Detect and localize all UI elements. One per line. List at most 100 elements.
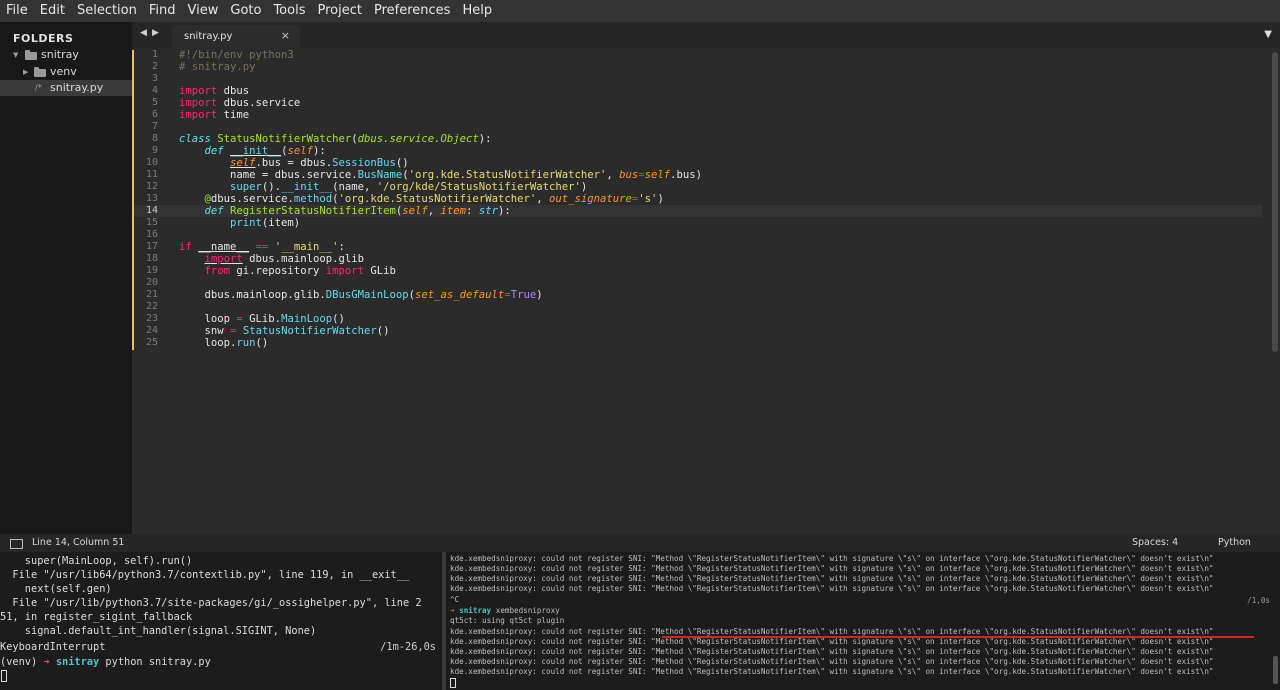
- line-gutter: 1 2 3 4 5 6 7 8 9 10 11 12 13 14 15 16 17 18 19 20 21 22 23 24 2…: [132, 48, 176, 534]
- code-token: snw: [204, 325, 231, 337]
- menu-find[interactable]: Find: [143, 0, 182, 22]
- sidebar: FOLDERS ▼ snitray ▶ venv /* snitray.py: [0, 22, 132, 534]
- code-token: out_signature: [548, 193, 632, 205]
- menu-help[interactable]: Help: [456, 0, 498, 22]
- menu-tools[interactable]: Tools: [267, 0, 311, 22]
- prompt-env: (venv): [0, 656, 44, 668]
- terminal-line: ^C: [450, 595, 460, 604]
- file-icon: /*: [35, 83, 42, 92]
- code-editor[interactable]: 1 2 3 4 5 6 7 8 9 10 11 12 13 14 15 16 17 18 19 20 21 22 23 24 2…: [132, 48, 1280, 534]
- terminal-line: signal.default_int_handler(signal.SIGINT…: [0, 625, 317, 637]
- tab-menu-icon[interactable]: ▼: [1264, 29, 1272, 40]
- prompt-arrow-icon: ➜: [43, 656, 50, 668]
- code-token: '/org/kde/StatusNotifierWatcher': [376, 181, 581, 193]
- tab-next-icon[interactable]: ▶: [152, 28, 159, 38]
- code-token: (): [376, 325, 390, 337]
- tab-label: snitray.py: [184, 31, 233, 42]
- sidebar-item-snitray[interactable]: ▼ snitray: [0, 47, 132, 63]
- code-token: ): [536, 289, 543, 301]
- code-token: True: [510, 289, 537, 301]
- code-token: str: [478, 205, 498, 217]
- code-token: self: [402, 205, 428, 217]
- line-number: 10: [145, 157, 158, 168]
- code-token: SessionBus: [332, 157, 396, 169]
- terminal-right[interactable]: kde.xembedsniproxy: could not register S…: [446, 552, 1280, 690]
- syntax-selector[interactable]: Python: [1218, 537, 1251, 548]
- code-token: ().: [261, 181, 282, 193]
- tab-prev-icon[interactable]: ◀: [140, 28, 147, 38]
- terminal-line: File "/usr/lib64/python3.7/contextlib.py…: [0, 569, 410, 581]
- tab-snitray-py[interactable]: snitray.py ×: [172, 25, 300, 48]
- line-number: 16: [145, 229, 158, 240]
- line-number: 3: [151, 73, 158, 84]
- indentation-setting[interactable]: Spaces: 4: [1132, 537, 1178, 548]
- terminal-line: kde.xembedsniproxy: could not register S…: [450, 554, 1214, 563]
- line-number: 25: [145, 337, 158, 348]
- line-number: 18: [145, 253, 158, 264]
- menu-project[interactable]: Project: [311, 0, 367, 22]
- code-token: import: [179, 109, 218, 121]
- menu-preferences[interactable]: Preferences: [368, 0, 456, 22]
- terminal-prompt: (venv) ➜ snitray python snitray.py: [0, 655, 211, 669]
- terminal-left[interactable]: super(MainLoop, self).run() File "/usr/l…: [0, 552, 442, 690]
- menu-selection[interactable]: Selection: [71, 0, 143, 22]
- menu-file[interactable]: File: [0, 0, 34, 22]
- status-bar: Line 14, Column 51 Spaces: 4 Python: [0, 534, 1280, 552]
- panel-toggle-icon[interactable]: [10, 539, 23, 549]
- code-token: dbus.mainloop.glib.: [204, 289, 326, 301]
- code-token: __init__: [230, 145, 282, 157]
- line-number: 19: [145, 265, 158, 276]
- code-token: import: [204, 253, 243, 265]
- code-token: 's': [638, 193, 658, 205]
- code-token: (name,: [332, 181, 377, 193]
- code-token: StatusNotifierWatcher: [242, 325, 377, 337]
- sidebar-item-snitray-py[interactable]: /* snitray.py: [0, 80, 132, 96]
- menu-goto[interactable]: Goto: [224, 0, 267, 22]
- prompt-arrow-icon: ➜: [450, 606, 455, 615]
- menu-edit[interactable]: Edit: [34, 0, 71, 22]
- line-number: 12: [145, 181, 158, 192]
- code-token: #!/bin/env python3: [179, 49, 294, 61]
- terminal-line: 51, in register_sigint_fallback: [0, 611, 193, 623]
- code-token: StatusNotifierWatcher: [217, 133, 352, 145]
- triangle-right-icon[interactable]: ▶: [23, 64, 28, 80]
- code-token: def: [204, 145, 224, 157]
- modified-lines-marker: [132, 50, 134, 350]
- highlight-underline: [662, 636, 1254, 638]
- terminal-cursor: [1, 670, 7, 682]
- terminal-line: kde.xembedsniproxy: could not register S…: [450, 657, 1214, 666]
- terminal-scrollbar[interactable]: [1273, 656, 1278, 684]
- code-token: ): [580, 181, 588, 193]
- code-token: loop.: [204, 337, 237, 349]
- code-token: bus: [619, 169, 639, 181]
- code-token: ):: [497, 205, 511, 217]
- menu-bar: File Edit Selection Find View Goto Tools…: [0, 0, 1280, 22]
- code-token: BusName: [357, 169, 403, 181]
- code-token: =: [230, 325, 237, 337]
- terminal-line: kde.xembedsniproxy: could not register S…: [450, 647, 1214, 656]
- code-token: dbus.service: [217, 97, 301, 109]
- code-token: if: [179, 241, 192, 253]
- line-number: 1: [151, 49, 158, 60]
- terminal-line: kde.xembedsniproxy: could not register S…: [450, 574, 1214, 583]
- line-number: 9: [151, 145, 158, 156]
- code-token: dbus: [217, 85, 250, 97]
- editor-scrollbar[interactable]: [1272, 52, 1278, 352]
- line-number: 6: [151, 109, 158, 120]
- code-token: dbus.service.: [210, 193, 294, 205]
- line-number: 14: [145, 205, 158, 216]
- close-icon[interactable]: ×: [281, 29, 290, 42]
- code-token: class: [179, 133, 211, 145]
- line-number: 17: [145, 241, 158, 252]
- code-token: from: [204, 265, 231, 277]
- line-number: 20: [145, 277, 158, 288]
- line-number: 24: [145, 325, 158, 336]
- triangle-down-icon[interactable]: ▼: [13, 47, 18, 63]
- sidebar-item-venv[interactable]: ▶ venv: [0, 64, 132, 80]
- code-token: (item): [261, 217, 301, 229]
- cursor-position[interactable]: Line 14, Column 51: [32, 537, 124, 548]
- menu-view[interactable]: View: [182, 0, 225, 22]
- code-token: run: [236, 337, 256, 349]
- code-token: dbus.service.Object: [357, 133, 479, 145]
- terminal-cursor: [450, 678, 456, 688]
